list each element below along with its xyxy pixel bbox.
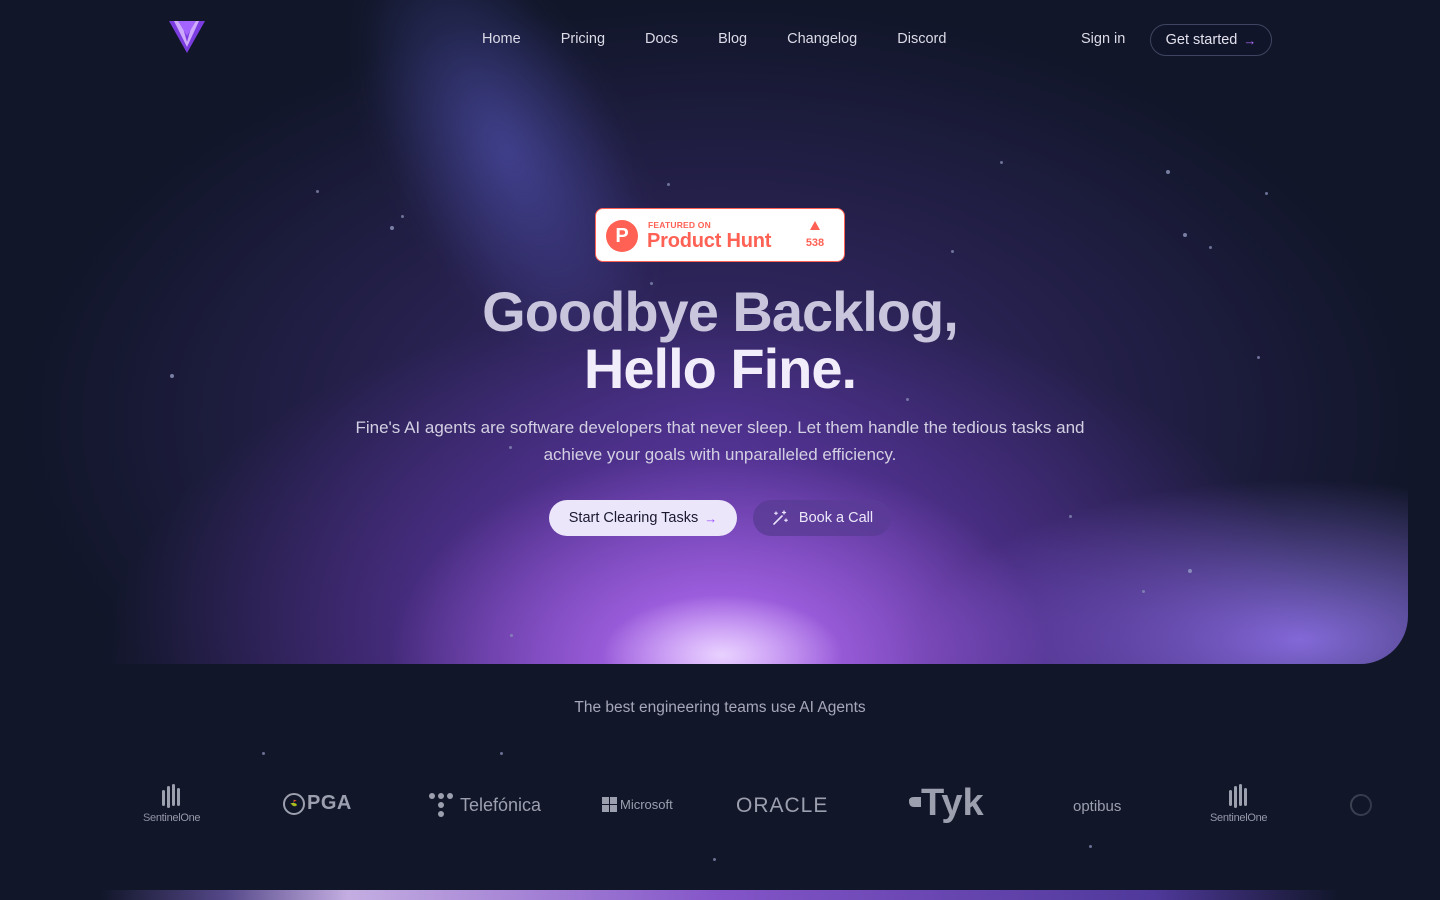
nav-link-home[interactable]: Home: [482, 31, 521, 47]
star: [906, 398, 909, 401]
product-hunt-name: Product Hunt: [647, 230, 772, 252]
star: [1265, 192, 1268, 195]
hero-headline: Goodbye Backlog, Hello Fine.: [0, 283, 1440, 397]
nav-link-discord[interactable]: Discord: [897, 31, 946, 47]
customer-logo-tyk: Tyk: [907, 782, 984, 825]
telefonica-mark-icon: [429, 793, 453, 817]
star: [667, 183, 670, 186]
tyk-mark-icon: [909, 796, 921, 807]
headline-line-2: Hello Fine.: [583, 337, 857, 400]
star: [1166, 170, 1170, 174]
star: [713, 858, 716, 861]
customer-logo-label: ORACLE: [736, 794, 829, 817]
hero-subtitle: Fine's AI agents are software developers…: [355, 418, 1085, 464]
star: [401, 215, 404, 218]
product-hunt-badge[interactable]: P FEATURED ON Product Hunt 538: [595, 208, 845, 262]
triangle-up-icon: [810, 221, 820, 230]
top-nav: Home Pricing Docs Blog Changelog Discord…: [0, 0, 1440, 80]
nav-links: Home Pricing Docs Blog Changelog Discord: [482, 31, 946, 47]
customer-logo-optibus: optibus: [1073, 798, 1121, 815]
start-clearing-tasks-button[interactable]: Start Clearing Tasks →: [549, 500, 737, 536]
logo-strip-fade-right: [1300, 760, 1440, 850]
customer-logo-label: SentinelOne: [1210, 812, 1268, 824]
customer-logo-microsoft: Microsoft: [602, 797, 673, 812]
customer-logo-label: Microsoft: [620, 797, 673, 812]
fine-logo-icon[interactable]: [168, 20, 206, 54]
arrow-right-icon: →: [1243, 32, 1257, 48]
headline-line-1: Goodbye Backlog,: [482, 280, 959, 343]
customer-logo-sentinelone-repeat: SentinelOne: [1210, 784, 1268, 824]
star: [1183, 233, 1187, 237]
sentinelone-mark-icon: [1228, 784, 1247, 808]
customer-logo-oracle: ORACLE: [736, 794, 828, 818]
customer-logo-label: optibus: [1073, 798, 1122, 815]
start-clearing-tasks-label: Start Clearing Tasks: [568, 510, 699, 526]
customer-logo-label: Telefónica: [460, 794, 542, 815]
magic-wand-icon: [773, 510, 788, 525]
star: [951, 250, 954, 253]
star: [1142, 590, 1145, 593]
star: [510, 634, 513, 637]
sign-in-link[interactable]: Sign in: [1081, 31, 1125, 47]
star: [1209, 246, 1212, 249]
customers-caption: The best engineering teams use AI Agents: [574, 699, 866, 716]
nav-link-blog[interactable]: Blog: [718, 31, 747, 47]
customer-logo-telefonica: Telefónica: [428, 792, 541, 818]
star: [262, 752, 265, 755]
customer-logo-label: Tyk: [921, 782, 984, 824]
star: [1000, 161, 1003, 164]
microsoft-mark-icon: [602, 797, 617, 812]
product-hunt-featured-label: FEATURED ON: [648, 220, 711, 230]
product-hunt-upvote-count: 538: [805, 237, 825, 249]
star: [390, 226, 394, 230]
book-a-call-button[interactable]: Book a Call: [753, 500, 891, 536]
star: [1089, 845, 1092, 848]
star: [1069, 515, 1072, 518]
star: [316, 190, 319, 193]
star: [500, 752, 503, 755]
book-a-call-label: Book a Call: [798, 510, 874, 526]
logo-strip-fade-left: [0, 760, 160, 850]
nav-link-changelog[interactable]: Changelog: [787, 31, 857, 47]
customer-logo-strip: SentinelOne ⛳ PGA Telefónica Microsoft O…: [0, 770, 1440, 840]
bottom-glow: [100, 890, 1340, 900]
customer-logo-pga: ⛳ PGA: [283, 792, 352, 815]
star: [1188, 569, 1192, 573]
nav-link-docs[interactable]: Docs: [645, 31, 678, 47]
get-started-label: Get started: [1165, 32, 1238, 48]
sentinelone-mark-icon: [161, 784, 180, 808]
customer-logo-label: PGA: [307, 792, 352, 814]
arrow-right-icon: →: [704, 510, 718, 526]
nav-link-pricing[interactable]: Pricing: [561, 31, 605, 47]
product-hunt-logo-icon: P: [606, 220, 638, 252]
pga-mark-icon: ⛳: [283, 792, 305, 815]
get-started-button[interactable]: Get started →: [1150, 24, 1272, 56]
